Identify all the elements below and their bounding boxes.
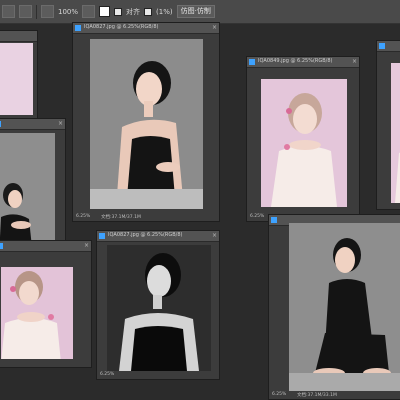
photo-canvas[interactable] (0, 133, 55, 257)
document-size: 文档:37.1M/37.1M (101, 215, 141, 220)
zoom-readout: 6.25% (272, 392, 287, 397)
aligned-label: 对齐 (126, 7, 141, 16)
photo-canvas[interactable] (0, 43, 33, 115)
zoom-value[interactable]: 100% (58, 8, 78, 16)
zoom-readout: 6.25% (250, 214, 265, 219)
status-bar: 6.25% 文档:37.1M/33.1M (269, 391, 400, 399)
document-icon (0, 243, 3, 249)
zoom-readout: 6.25% (76, 214, 91, 219)
window-titlebar[interactable]: IQA0827.jpg @ 6.25%(RGB/8) × (97, 231, 219, 242)
aligned-checkbox[interactable] (114, 7, 123, 16)
airbrush-icon[interactable] (82, 5, 96, 18)
photo-canvas[interactable] (289, 223, 400, 391)
mode-icon[interactable] (41, 5, 54, 18)
zoom-readout: 6.25% (100, 372, 115, 377)
window-titlebar[interactable] (377, 41, 400, 52)
status-bar: 6.25% 文档:37.1M/37.1M (73, 213, 219, 221)
options-bar: 100% 对齐 (1%) 仿图·仿制 (0, 0, 400, 24)
document-window[interactable]: × (0, 240, 92, 368)
portrait-figure (271, 93, 337, 207)
sample-checkbox-label: (1%) (156, 7, 173, 16)
status-bar: 6.25% (97, 371, 219, 379)
photo-canvas[interactable] (391, 63, 400, 203)
portrait-figure (395, 152, 400, 203)
window-title: IQA0827.jpg @ 6.25%(RGB/8) (108, 232, 183, 238)
window-title: IQA0827.jpg @ 6.25%(RGB/8) (84, 24, 159, 30)
sample-dropdown[interactable]: 仿图·仿制 (176, 5, 215, 18)
document-size: 文档:37.1M/33.1M (297, 393, 337, 398)
divider (36, 4, 37, 19)
document-window[interactable]: IQA0849.jpg @ 6.25%(RGB/8) × 6.25% (246, 56, 360, 222)
close-icon[interactable]: × (84, 242, 89, 250)
document-window[interactable]: IQA0827.jpg @ 6.25%(RGB/8) × 6.25% 文档:37… (72, 22, 220, 222)
window-titlebar[interactable] (0, 31, 37, 42)
close-icon[interactable]: × (352, 58, 357, 66)
window-title: IQA0849.jpg @ 6.25%(RGB/8) (258, 58, 333, 64)
window-titlebar[interactable]: × (0, 119, 65, 130)
document-icon (99, 233, 105, 239)
document-window[interactable] (376, 40, 400, 210)
portrait-figure (289, 238, 400, 391)
close-icon[interactable]: × (212, 232, 217, 240)
close-icon[interactable]: × (58, 120, 63, 128)
document-window[interactable]: IQA0827.jpg @ 6.25%(RGB/8) × 6.25% (96, 230, 220, 380)
window-titlebar[interactable]: IQA0849.jpg @ 6.25%(RGB/8) × (247, 57, 359, 68)
document-icon (75, 25, 81, 31)
portrait-figure (90, 61, 203, 209)
document-window[interactable]: 6.25% 文档:37.1M/33.1M (268, 214, 400, 400)
brush-preset-icon[interactable] (19, 5, 32, 18)
photo-canvas[interactable] (107, 245, 211, 371)
photo-canvas[interactable] (90, 39, 203, 209)
color-swatch[interactable] (99, 6, 111, 17)
portrait-figure (119, 253, 199, 371)
photo-canvas[interactable] (1, 267, 73, 363)
document-window[interactable] (0, 30, 38, 132)
portrait-figure (1, 271, 61, 363)
window-titlebar[interactable]: × (0, 241, 91, 252)
sample-checkbox[interactable] (144, 7, 153, 16)
status-bar (0, 359, 91, 367)
portrait-figure (0, 183, 33, 257)
window-titlebar[interactable]: IQA0827.jpg @ 6.25%(RGB/8) × (73, 23, 219, 34)
close-icon[interactable]: × (212, 24, 217, 32)
document-icon (379, 43, 385, 49)
photo-canvas[interactable] (261, 79, 347, 207)
document-icon (0, 121, 1, 127)
document-icon (249, 59, 255, 65)
document-icon (271, 217, 277, 223)
clone-stamp-tool-icon[interactable] (2, 5, 15, 18)
